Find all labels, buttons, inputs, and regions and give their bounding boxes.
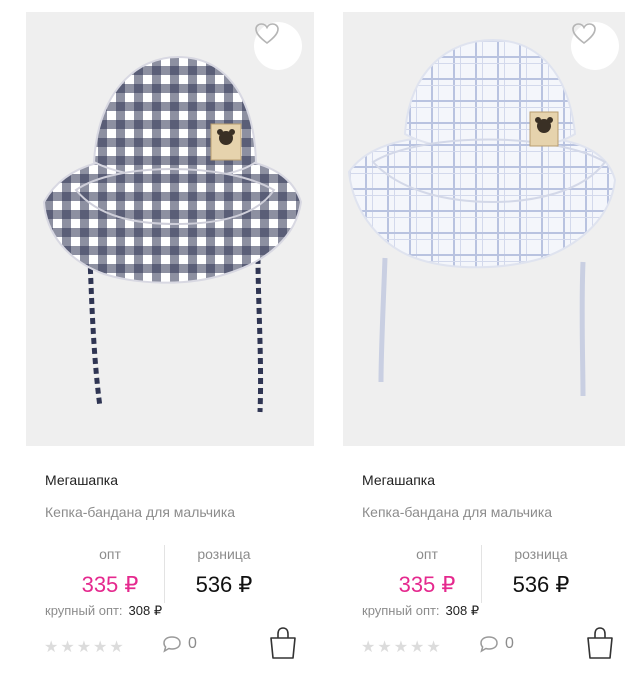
star-icon: ★ (426, 639, 441, 656)
bulk-price-row: крупный опт: 308 ₽ (45, 603, 162, 619)
rating-stars[interactable]: ★ ★ ★ ★ ★ (44, 640, 124, 656)
star-icon: ★ (76, 639, 92, 656)
hat-illustration (42, 55, 303, 413)
star-icon: ★ (93, 639, 108, 656)
product-brand[interactable]: Мегашапка (362, 472, 435, 488)
product-card: Мегашапка Кепка-бандана для мальчика опт… (26, 12, 314, 672)
retail-price-block: розница 536 ₽ (481, 546, 601, 598)
product-brand[interactable]: Мегашапка (45, 472, 118, 488)
retail-price: 536 ₽ (512, 572, 570, 597)
comments-link[interactable]: 0 (479, 635, 514, 653)
hat-illustration (347, 38, 617, 397)
product-title[interactable]: Кепка-бандана для мальчика (45, 504, 235, 520)
comments-link[interactable]: 0 (162, 635, 197, 653)
star-icon: ★ (44, 639, 59, 656)
shopping-bag-icon[interactable] (268, 626, 298, 660)
star-icon: ★ (361, 639, 376, 656)
wholesale-price-label: опт (99, 546, 121, 562)
wholesale-price-label: опт (416, 546, 438, 562)
shopping-bag-icon[interactable] (585, 626, 615, 660)
bulk-price-label: крупный опт: (362, 603, 440, 618)
bulk-price: 308 ₽ (128, 603, 163, 618)
rating-stars[interactable]: ★ ★ ★ ★ ★ (361, 640, 441, 656)
wholesale-price: 335 ₽ (398, 572, 456, 597)
favorite-button[interactable] (254, 22, 302, 70)
favorite-button[interactable] (571, 22, 619, 70)
speech-bubble-icon (480, 636, 498, 653)
star-icon: ★ (60, 639, 75, 656)
product-image[interactable] (343, 12, 625, 446)
star-icon: ★ (377, 639, 392, 656)
bulk-price-row: крупный опт: 308 ₽ (362, 603, 479, 619)
comments-count: 0 (505, 635, 514, 652)
wholesale-price-block: опт 335 ₽ (56, 546, 164, 598)
star-icon: ★ (410, 639, 425, 656)
product-title[interactable]: Кепка-бандана для мальчика (362, 504, 552, 520)
wholesale-price: 335 ₽ (81, 572, 139, 597)
star-icon: ★ (109, 639, 124, 656)
retail-price-label: розница (514, 546, 568, 562)
retail-price-label: розница (197, 546, 251, 562)
star-icon: ★ (393, 639, 409, 656)
bulk-price: 308 ₽ (445, 603, 480, 618)
bulk-price-label: крупный опт: (45, 603, 123, 618)
retail-price-block: розница 536 ₽ (164, 546, 284, 598)
comments-count: 0 (188, 635, 197, 652)
heart-icon (572, 23, 596, 45)
speech-bubble-icon (163, 636, 181, 653)
product-image[interactable] (26, 12, 314, 446)
product-card: Мегашапка Кепка-бандана для мальчика опт… (343, 12, 625, 672)
heart-icon (255, 23, 279, 45)
retail-price: 536 ₽ (195, 572, 253, 597)
product-grid: Мегашапка Кепка-бандана для мальчика опт… (0, 0, 625, 674)
wholesale-price-block: опт 335 ₽ (373, 546, 481, 598)
